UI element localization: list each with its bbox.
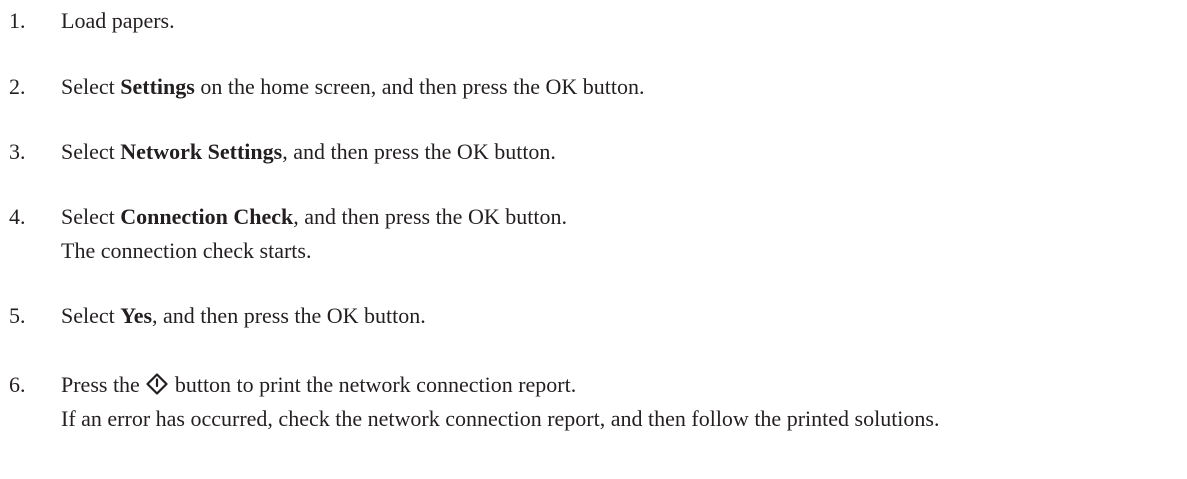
step-note: The connection check starts. bbox=[61, 238, 312, 263]
step-number: 3. bbox=[9, 139, 26, 164]
step-text-post: on the home screen, and then press the O… bbox=[194, 74, 645, 99]
step-text-pre: Select bbox=[61, 204, 121, 229]
start-button-icon bbox=[146, 373, 168, 395]
step-note: If an error has occurred, check the netw… bbox=[61, 406, 940, 431]
step-number: 6. bbox=[9, 372, 26, 397]
ui-label-settings: Settings bbox=[120, 74, 195, 99]
step-text-post: , and then press the OK button. bbox=[293, 204, 567, 229]
step-text-pre: Select bbox=[61, 74, 121, 99]
step-text: Select Network Settings, and then press … bbox=[61, 137, 556, 167]
step-text-pre: Select bbox=[61, 139, 121, 164]
ui-label-connection-check: Connection Check bbox=[120, 204, 294, 229]
step-text: Select Connection Check, and then press … bbox=[61, 202, 567, 232]
step-text-post: , and then press the OK button. bbox=[152, 303, 426, 328]
ui-label-network-settings: Network Settings bbox=[120, 139, 283, 164]
step-text-post: , and then press the OK button. bbox=[282, 139, 556, 164]
step-text-pre: Select bbox=[61, 303, 121, 328]
ui-label-yes: Yes bbox=[120, 303, 153, 328]
step-number: 2. bbox=[9, 74, 26, 99]
step-text-pre: Load papers. bbox=[61, 8, 175, 33]
step-text-post: button to print the network connection r… bbox=[169, 372, 577, 397]
step-number: 1. bbox=[9, 8, 26, 33]
step-text: Load papers. bbox=[61, 6, 175, 36]
step-text-pre: Press the bbox=[61, 372, 146, 397]
step-number: 4. bbox=[9, 204, 26, 229]
step-text: Select Yes, and then press the OK button… bbox=[61, 301, 426, 331]
step-text: Select Settings on the home screen, and … bbox=[61, 72, 645, 102]
step-number: 5. bbox=[9, 303, 26, 328]
step-text: Press the button to print the network co… bbox=[61, 370, 576, 400]
